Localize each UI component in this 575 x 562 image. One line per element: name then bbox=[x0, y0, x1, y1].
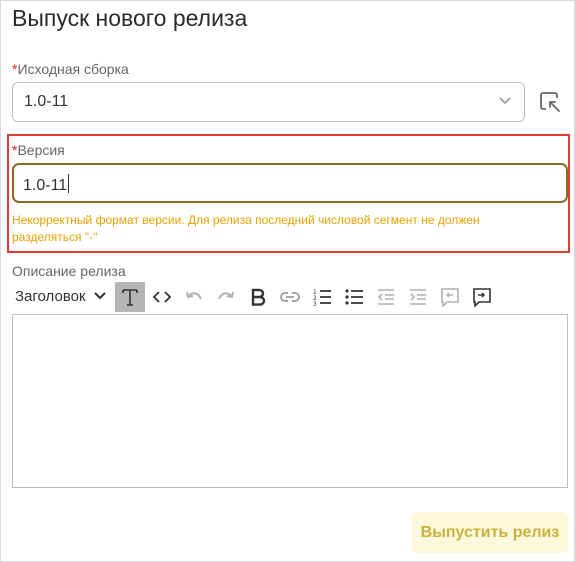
redo-button[interactable] bbox=[211, 282, 241, 312]
release-dialog: Выпуск нового релиза *Исходная сборка 1.… bbox=[0, 0, 575, 562]
version-error-message: Некорректный формат версии. Для релиза п… bbox=[12, 213, 480, 244]
undo-icon bbox=[186, 291, 202, 300]
comment-icon bbox=[441, 288, 459, 307]
heading-dropdown-label: Заголовок bbox=[15, 288, 86, 305]
bold-button[interactable] bbox=[243, 282, 273, 312]
version-label-text: Версия bbox=[17, 142, 65, 158]
source-build-value: 1.0-11 bbox=[24, 93, 69, 110]
indent-icon bbox=[410, 289, 426, 305]
text-caret bbox=[68, 174, 70, 193]
undo-button[interactable] bbox=[179, 282, 209, 312]
indent-button[interactable] bbox=[403, 282, 433, 312]
heading-dropdown[interactable]: Заголовок bbox=[15, 288, 106, 305]
comment-button[interactable] bbox=[435, 282, 465, 312]
code-button[interactable] bbox=[147, 282, 177, 312]
version-value: 1.0-11 bbox=[23, 174, 70, 195]
insert-comment-button[interactable] bbox=[467, 282, 497, 312]
bulleted-list-icon bbox=[345, 289, 363, 305]
redo-icon bbox=[218, 291, 234, 300]
description-editor[interactable] bbox=[12, 314, 568, 488]
description-label: Описание релиза bbox=[12, 263, 126, 279]
numbered-list-icon: 1 2 3 bbox=[313, 289, 331, 307]
page-title: Выпуск нового релиза bbox=[12, 5, 248, 31]
release-button[interactable]: Выпустить релиз bbox=[412, 512, 568, 553]
source-build-label: *Исходная сборка bbox=[12, 61, 129, 77]
open-in-window-icon[interactable] bbox=[538, 90, 562, 114]
source-build-select[interactable]: 1.0-11 bbox=[12, 82, 525, 122]
bold-icon bbox=[251, 288, 266, 306]
version-value-text: 1.0-11 bbox=[23, 177, 68, 194]
editor-toolbar: Заголовок 1 2 3 bbox=[12, 282, 572, 312]
chevron-down-icon bbox=[499, 97, 511, 105]
version-label: *Версия bbox=[12, 142, 65, 158]
clear-format-icon bbox=[122, 289, 138, 306]
numbered-list-button[interactable]: 1 2 3 bbox=[307, 282, 337, 312]
outdent-icon bbox=[377, 289, 394, 305]
code-icon bbox=[152, 291, 172, 303]
version-input[interactable]: 1.0-11 bbox=[12, 163, 568, 203]
chevron-down-icon bbox=[93, 292, 106, 300]
link-icon bbox=[280, 292, 300, 302]
bulleted-list-button[interactable] bbox=[339, 282, 369, 312]
svg-text:3: 3 bbox=[313, 301, 317, 307]
insert-comment-icon bbox=[473, 288, 491, 307]
link-button[interactable] bbox=[275, 282, 305, 312]
source-build-label-text: Исходная сборка bbox=[17, 61, 129, 77]
clear-format-button[interactable] bbox=[115, 282, 145, 312]
outdent-button[interactable] bbox=[371, 282, 401, 312]
